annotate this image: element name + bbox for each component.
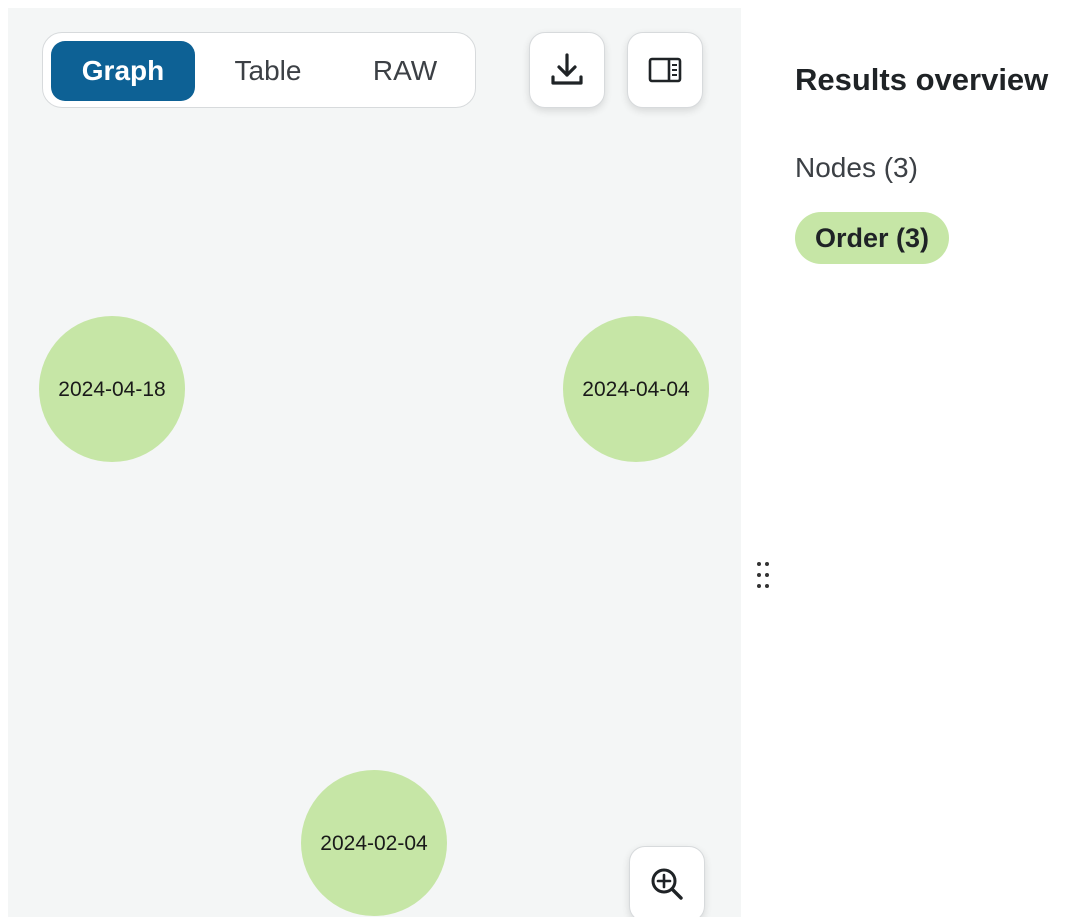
nodes-count-label: Nodes (3) [795, 152, 918, 183]
view-switch: Graph Table RAW [42, 32, 476, 108]
graph-canvas[interactable]: Graph Table RAW 2024-04-18 2024-04-04 20… [8, 8, 741, 917]
results-overview-panel: Results overview Nodes (3) Order (3) [795, 0, 1091, 917]
view-table-button[interactable]: Table [205, 41, 331, 101]
graph-node-order[interactable]: 2024-04-04 [563, 316, 709, 462]
node-label-chip-order[interactable]: Order (3) [795, 212, 950, 264]
side-panel-icon [648, 57, 682, 83]
view-graph-button[interactable]: Graph [51, 41, 195, 101]
graph-node-label: 2024-04-18 [58, 377, 166, 401]
zoom-in-button[interactable] [629, 846, 705, 917]
graph-node-order[interactable]: 2024-04-18 [39, 316, 185, 462]
panel-resize-handle[interactable] [752, 559, 774, 593]
download-button[interactable] [529, 32, 605, 108]
graph-node-order[interactable]: 2024-02-04 [301, 770, 447, 916]
zoom-in-icon [651, 868, 683, 900]
download-icon [551, 53, 583, 85]
graph-node-label: 2024-02-04 [320, 831, 428, 855]
toggle-side-panel-button[interactable] [627, 32, 703, 108]
view-raw-button[interactable]: RAW [341, 41, 469, 101]
query-results-view: Graph Table RAW 2024-04-18 2024-04-04 20… [0, 0, 1091, 917]
graph-node-label: 2024-04-04 [582, 377, 690, 401]
results-overview-title: Results overview [795, 62, 1049, 97]
